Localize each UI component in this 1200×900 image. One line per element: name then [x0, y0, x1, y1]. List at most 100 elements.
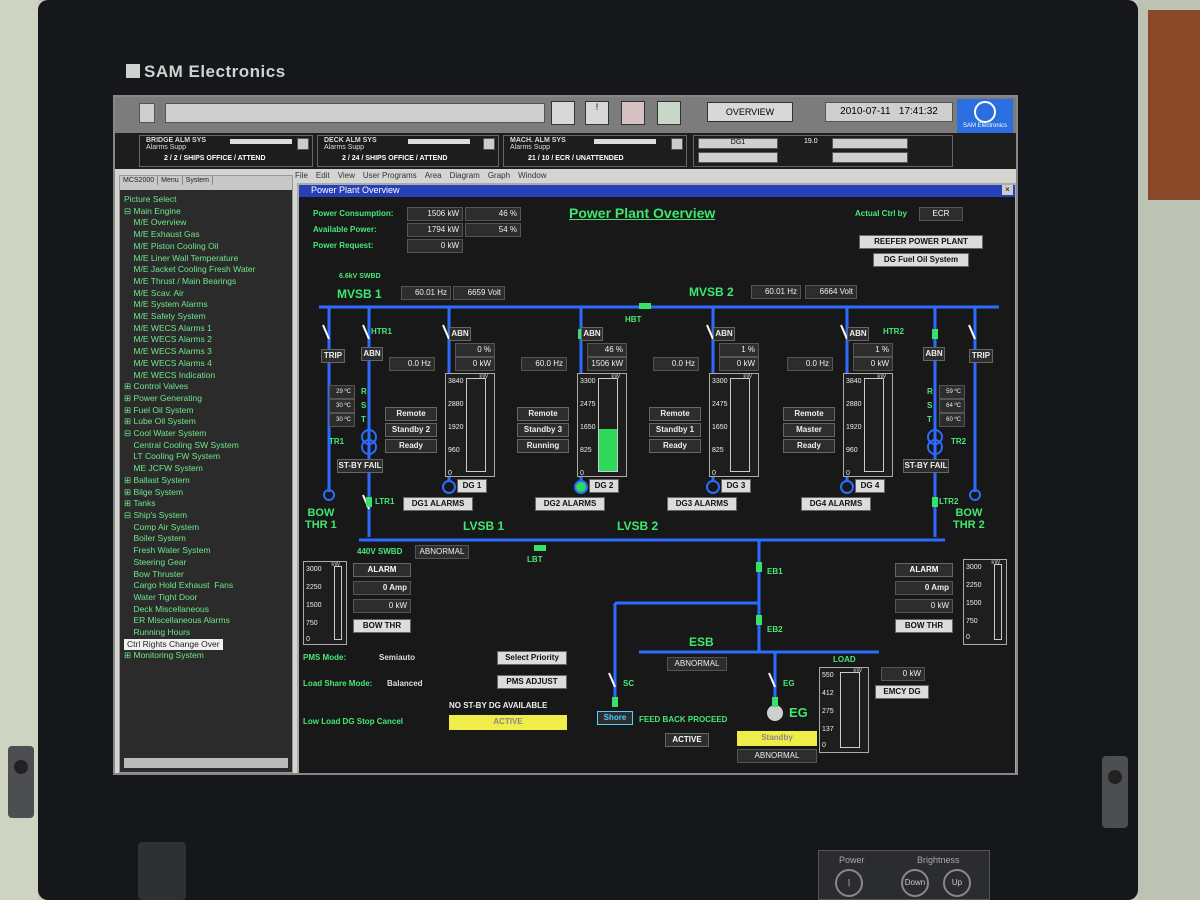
tree-item[interactable]: ⊞ Monitoring System	[124, 650, 290, 662]
power-button[interactable]: |	[835, 869, 863, 897]
tree-item[interactable]: Bow Thruster	[124, 569, 290, 581]
menu-window[interactable]: Window	[518, 171, 546, 180]
dg1-role: Standby 2	[385, 423, 437, 437]
tree-item[interactable]: ⊟ Ship's System	[124, 510, 290, 522]
dg1-button[interactable]: DG 1	[457, 479, 487, 493]
alert-button[interactable]: !	[585, 101, 609, 125]
mach-alarm-system[interactable]: MACH. ALM SYS Alarms Supp 21 / 10 / ECR / …	[503, 135, 687, 167]
menu-diagram[interactable]: Diagram	[450, 171, 480, 180]
brightness-label: Brightness	[917, 855, 960, 865]
tree-item[interactable]: Cargo Hold Exhaust Fans	[124, 580, 290, 592]
tree-item[interactable]: M/E Overview	[124, 217, 290, 229]
actual-ctrl-value: ECR	[919, 207, 963, 221]
tr1-label: TR1	[329, 437, 345, 446]
menu-area[interactable]: Area	[425, 171, 442, 180]
tree-item[interactable]: ⊞ Ballast System	[124, 475, 290, 487]
tr2-phase-t: T	[927, 415, 932, 424]
close-icon[interactable]: ×	[1002, 185, 1013, 195]
available-power-pct: 54 %	[465, 223, 521, 237]
tree-item[interactable]: ⊟ Main Engine	[124, 206, 290, 218]
tab-mcs2000[interactable]: MCS2000	[120, 176, 159, 185]
menu-file[interactable]: File	[295, 171, 308, 180]
message-field[interactable]	[165, 103, 545, 123]
tree-item[interactable]: ME JCFW System	[124, 463, 290, 475]
dg2-button[interactable]: DG 2	[589, 479, 619, 493]
tree-item[interactable]: ⊞ Fuel Oil System	[124, 405, 290, 417]
tree-item[interactable]: LT Cooling FW System	[124, 451, 290, 463]
dg1-alarms-button[interactable]: DG1 ALARMS	[403, 497, 473, 511]
overview-button[interactable]: OVERVIEW	[707, 102, 793, 122]
tree-item[interactable]: ⊞ Power Generating	[124, 393, 290, 405]
tree-item[interactable]: M/E Jacket Cooling Fresh Water	[124, 264, 290, 276]
dg2-alarms-button[interactable]: DG2 ALARMS	[535, 497, 605, 511]
menu-edit[interactable]: Edit	[316, 171, 330, 180]
no-standby-dg-status: NO ST-BY DG AVAILABLE	[449, 701, 548, 710]
tree-item[interactable]: ⊞ Lube Oil System	[124, 416, 290, 428]
emcy-dg-button[interactable]: EMCY DG	[875, 685, 929, 699]
tree-item[interactable]: Running Hours	[124, 627, 290, 639]
bow-thr-2-alarm: ALARM	[895, 563, 953, 577]
brightness-down-button[interactable]: Down	[901, 869, 929, 897]
bow-thr-2-button[interactable]: BOW THR	[895, 619, 953, 633]
tree-item[interactable]: M/E Scav. Air	[124, 288, 290, 300]
tree-item[interactable]: M/E WECS Alarms 3	[124, 346, 290, 358]
tab-menu[interactable]: Menu	[158, 176, 183, 185]
esb-label: ESB	[689, 635, 714, 649]
tr1-standby-fail: ST-BY FAIL	[337, 459, 383, 473]
tree-item[interactable]: ER Miscellaneous Alarms	[124, 615, 290, 627]
select-priority-button[interactable]: Select Priority	[497, 651, 567, 665]
bridge-alarm-system[interactable]: BRIDGE ALM SYS Alarms Supp 2 / 2 / SHIPS O…	[139, 135, 313, 167]
tree-item[interactable]: Fresh Water System	[124, 545, 290, 557]
tree-item[interactable]: M/E WECS Alarms 1	[124, 323, 290, 335]
tr2-temp-t: 60 ºC	[939, 413, 965, 427]
tree-item[interactable]: Comp Air System	[124, 522, 290, 534]
print-icon[interactable]	[621, 101, 645, 125]
monitor-controls: Power Brightness | Down Up	[818, 850, 990, 900]
tab-system[interactable]: System	[183, 176, 213, 185]
dg2-kw: 1506 kW	[587, 357, 627, 371]
tree-item[interactable]: Ctrl Rights Change Over	[124, 638, 290, 651]
reefer-power-plant-button[interactable]: REEFER POWER PLANT	[859, 235, 983, 249]
menu-user-programs[interactable]: User Programs	[363, 171, 417, 180]
dropdown-icon[interactable]	[671, 138, 683, 150]
horizontal-scrollbar[interactable]	[124, 758, 288, 768]
toolbar-button-1[interactable]	[551, 101, 575, 125]
shore-button[interactable]: Shore	[597, 711, 633, 725]
tree-item[interactable]: M/E Exhaust Gas	[124, 229, 290, 241]
tree-item[interactable]: Steering Gear	[124, 557, 290, 569]
tree-item[interactable]: ⊞ Control Valves	[124, 381, 290, 393]
tree-item[interactable]: ⊞ Bilge System	[124, 487, 290, 499]
dg4-frequency: 0.0 Hz	[787, 357, 833, 371]
tree-item[interactable]: ⊞ Tanks	[124, 498, 290, 510]
tree-item[interactable]: M/E WECS Indication	[124, 370, 290, 382]
dg4-button[interactable]: DG 4	[855, 479, 885, 493]
tree-item[interactable]: Boiler System	[124, 533, 290, 545]
tree-item[interactable]: M/E System Alarms	[124, 299, 290, 311]
brightness-up-button[interactable]: Up	[943, 869, 971, 897]
dropdown-icon[interactable]	[483, 138, 495, 150]
tree-item[interactable]: M/E Liner Wall Temperature	[124, 253, 290, 265]
bow-thr-1-button[interactable]: BOW THR	[353, 619, 411, 633]
deck-alarm-system[interactable]: DECK ALM SYS Alarms Supp 2 / 24 / SHIPS OF…	[317, 135, 499, 167]
dropdown-icon[interactable]	[297, 138, 309, 150]
tree-item[interactable]: M/E Safety System	[124, 311, 290, 323]
dg3-alarms-button[interactable]: DG3 ALARMS	[667, 497, 737, 511]
dg4-abn-indicator: ABN	[847, 327, 869, 341]
tree-item[interactable]: M/E Thrust / Main Bearings	[124, 276, 290, 288]
tree-item[interactable]: Water Tight Door	[124, 592, 290, 604]
menu-view[interactable]: View	[338, 171, 355, 180]
dg3-button[interactable]: DG 3	[721, 479, 751, 493]
dg4-alarms-button[interactable]: DG4 ALARMS	[801, 497, 871, 511]
menu-graph[interactable]: Graph	[488, 171, 510, 180]
dropdown-field[interactable]	[139, 103, 155, 123]
tree-item[interactable]: M/E Piston Cooling Oil	[124, 241, 290, 253]
tree-item[interactable]: M/E WECS Alarms 4	[124, 358, 290, 370]
tree-item[interactable]: ⊟ Cool Water System	[124, 428, 290, 440]
dg-fuel-oil-system-button[interactable]: DG Fuel Oil System	[873, 253, 969, 267]
tree-item[interactable]: Central Cooling SW System	[124, 440, 290, 452]
tree-item[interactable]: Picture Select	[124, 194, 290, 206]
tree-item[interactable]: Deck Miscellaneous	[124, 604, 290, 616]
pms-adjust-button[interactable]: PMS ADJUST	[497, 675, 567, 689]
report-icon[interactable]	[657, 101, 681, 125]
tree-item[interactable]: M/E WECS Alarms 2	[124, 334, 290, 346]
